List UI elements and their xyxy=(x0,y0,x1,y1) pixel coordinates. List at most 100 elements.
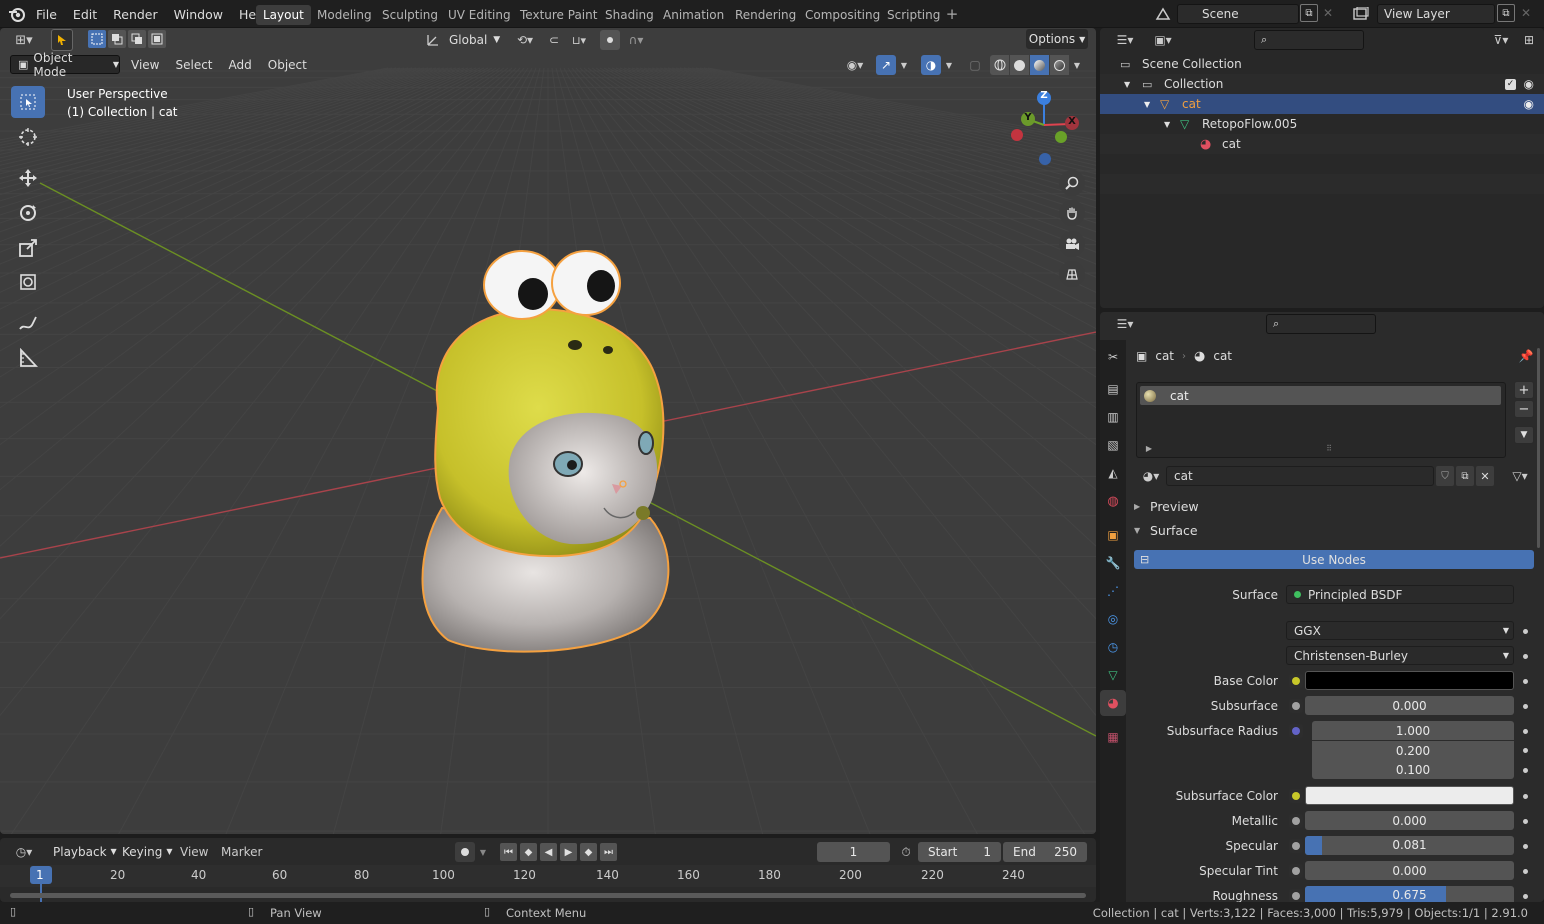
expand-arrow-icon[interactable]: ▶ xyxy=(1144,442,1154,454)
pin-icon[interactable]: 📌 xyxy=(1518,348,1534,364)
specular-keyframe-dot[interactable] xyxy=(1523,844,1528,849)
metallic-socket[interactable] xyxy=(1289,814,1303,828)
viewport-menu-add[interactable]: Add xyxy=(221,58,260,72)
duplicate-material-icon[interactable]: ⧉ xyxy=(1456,466,1474,486)
current-frame-field[interactable]: 1 xyxy=(817,842,890,862)
close-scene-icon[interactable]: ✕ xyxy=(1320,4,1336,22)
roughness-keyframe-dot[interactable] xyxy=(1523,894,1528,899)
subsurface-radius-socket[interactable] xyxy=(1289,724,1303,738)
tab-modeling[interactable]: Modeling xyxy=(310,5,379,25)
filter-icon[interactable]: ⊽▾ xyxy=(1486,30,1516,50)
overlay-toggle-icon[interactable]: ◑ xyxy=(921,55,941,75)
jump-start-icon[interactable]: ⏮ xyxy=(499,842,518,862)
timeline-editor-type-icon[interactable]: ◷▾ xyxy=(8,842,40,862)
tab-shading[interactable]: Shading xyxy=(598,5,661,25)
browse-material-icon[interactable]: ◕▾ xyxy=(1136,466,1166,486)
shading-dropdown-icon[interactable]: ▼ xyxy=(1070,55,1084,75)
jump-keyframe-back-icon[interactable]: ◆ xyxy=(519,842,538,862)
snap-icon[interactable]: ⊂ xyxy=(544,30,564,50)
annotate-tool-icon[interactable] xyxy=(11,307,45,339)
radius-x-keyframe-dot[interactable] xyxy=(1523,729,1528,734)
subsurface-socket[interactable] xyxy=(1289,699,1303,713)
display-mode-icon[interactable]: ▣▾ xyxy=(1148,30,1178,50)
transform-tool-icon[interactable] xyxy=(11,266,45,298)
subsurface-radius-z-field[interactable]: 0.100 xyxy=(1312,760,1514,779)
rendered-shading-icon[interactable] xyxy=(1050,55,1069,75)
view-layer-icon[interactable] xyxy=(1348,5,1374,23)
scene-tab-icon[interactable]: ◭ xyxy=(1100,460,1126,486)
texture-tab-icon[interactable]: ▦ xyxy=(1100,724,1126,750)
select-extend-icon[interactable] xyxy=(108,30,126,48)
world-tab-icon[interactable]: ◍ xyxy=(1100,488,1126,514)
slot-specials-button[interactable]: ▼ xyxy=(1514,426,1534,444)
unlink-material-icon[interactable]: ✕ xyxy=(1476,466,1494,486)
material-preview-icon[interactable] xyxy=(1030,55,1049,75)
duplicate-view-layer-icon[interactable]: ⧉ xyxy=(1497,4,1515,22)
orientation-dropdown[interactable]: Global ▼ xyxy=(442,30,502,49)
play-icon[interactable]: ▶ xyxy=(559,842,578,862)
subsurface-radius-x-field[interactable]: 1.000 xyxy=(1312,721,1514,740)
falloff-icon[interactable]: ∩▾ xyxy=(622,30,650,50)
tab-texture-paint[interactable]: Texture Paint xyxy=(513,5,604,25)
properties-scrollbar[interactable] xyxy=(1537,348,1540,548)
viewport-menu-view[interactable]: View xyxy=(123,58,167,72)
playback-menu[interactable]: Playback ▼ xyxy=(46,842,117,861)
timeline-marker-menu[interactable]: Marker xyxy=(221,845,262,859)
jump-keyframe-forward-icon[interactable]: ◆ xyxy=(579,842,598,862)
jump-end-icon[interactable]: ⏭ xyxy=(599,842,618,862)
start-frame-field[interactable]: Start 1 xyxy=(918,842,1001,862)
use-nodes-button[interactable]: ⊟ Use Nodes xyxy=(1134,550,1534,569)
scene-field[interactable]: Scene xyxy=(1177,4,1299,24)
options-dropdown[interactable]: Options ▼ xyxy=(1026,29,1088,49)
modifier-tab-icon[interactable]: 🔧 xyxy=(1100,550,1126,576)
material-name-field[interactable]: cat xyxy=(1166,466,1434,486)
view-layer-field[interactable]: View Layer xyxy=(1377,4,1495,24)
tab-animation[interactable]: Animation xyxy=(656,5,731,25)
select-intersect-icon[interactable] xyxy=(148,30,166,48)
tab-compositing[interactable]: Compositing xyxy=(798,5,887,25)
constraints-tab-icon[interactable]: ◷ xyxy=(1100,634,1126,660)
specular-socket[interactable] xyxy=(1289,839,1303,853)
link-type-icon[interactable]: ▽▾ xyxy=(1504,466,1536,486)
keying-menu[interactable]: Keying ▼ xyxy=(115,842,173,861)
physics-tab-icon[interactable]: ◎ xyxy=(1100,606,1126,632)
outliner-item-retopoflow[interactable]: ▼ ▽ RetopoFlow.005 xyxy=(1164,114,1297,134)
overlay-dropdown-icon[interactable]: ▼ xyxy=(942,55,956,75)
measure-tool-icon[interactable] xyxy=(11,342,45,374)
preview-range-icon[interactable]: ⏱ xyxy=(896,842,916,862)
tab-sculpting[interactable]: Sculpting xyxy=(375,5,445,25)
distribution-keyframe-dot[interactable] xyxy=(1523,629,1528,634)
roughness-slider[interactable]: 0.675 xyxy=(1305,886,1514,902)
tab-scripting[interactable]: Scripting xyxy=(880,5,947,25)
blender-logo-icon[interactable] xyxy=(8,5,26,23)
list-resize-handle-icon[interactable]: ⠿ xyxy=(1322,444,1336,453)
distribution-dropdown[interactable]: GGX ▼ xyxy=(1286,621,1514,640)
radius-y-keyframe-dot[interactable] xyxy=(1523,748,1528,753)
specular-slider[interactable]: 0.081 xyxy=(1305,836,1514,855)
preview-panel-header[interactable]: ▶ Preview xyxy=(1134,496,1534,516)
outliner-item-material[interactable]: ◕ cat xyxy=(1200,134,1241,154)
outliner-editor-type-icon[interactable]: ☰▾ xyxy=(1110,30,1140,50)
material-tab-icon[interactable]: ◕ xyxy=(1100,690,1126,716)
expand-arrow-icon[interactable]: ▼ xyxy=(1124,80,1142,89)
end-frame-field[interactable]: End 250 xyxy=(1003,842,1087,862)
viewport-menu-select[interactable]: Select xyxy=(167,58,220,72)
fake-user-icon[interactable]: ⛉ xyxy=(1436,466,1454,486)
add-slot-button[interactable]: + xyxy=(1514,381,1534,399)
eye-icon[interactable]: ◉ xyxy=(1524,77,1534,91)
outliner-search-input[interactable]: ⌕ xyxy=(1254,30,1364,50)
expand-arrow-icon[interactable]: ▼ xyxy=(1164,120,1180,129)
base-color-keyframe-dot[interactable] xyxy=(1523,679,1528,684)
select-subtract-icon[interactable] xyxy=(128,30,146,48)
surface-shader-field[interactable]: Principled BSDF xyxy=(1286,585,1514,604)
move-tool-icon[interactable] xyxy=(11,162,45,194)
gizmo-dropdown-icon[interactable]: ▼ xyxy=(897,55,911,75)
remove-slot-button[interactable]: − xyxy=(1514,400,1534,418)
properties-editor-type-icon[interactable]: ☰▾ xyxy=(1110,314,1140,334)
cat-model[interactable] xyxy=(421,250,670,653)
camera-view-icon[interactable] xyxy=(1059,231,1085,257)
gizmo-toggle-icon[interactable]: ↗ xyxy=(876,55,896,75)
pivot-point-icon[interactable]: ⟲▾ xyxy=(510,30,540,50)
pan-hand-icon[interactable] xyxy=(1059,200,1085,226)
specular-tint-socket[interactable] xyxy=(1289,864,1303,878)
